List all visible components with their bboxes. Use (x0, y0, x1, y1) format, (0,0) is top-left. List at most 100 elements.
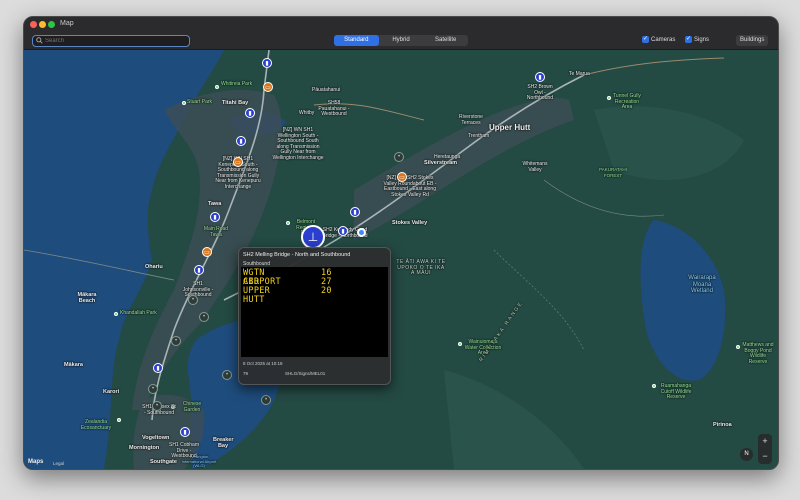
park-marker (117, 418, 121, 422)
compass-button[interactable]: N (740, 448, 753, 461)
sign-pin[interactable]: ▭ (233, 157, 243, 167)
search-field[interactable] (32, 35, 190, 47)
camera-pin-inactive[interactable]: • (152, 401, 162, 411)
place-heretaunga: Heretaunga (434, 154, 461, 160)
region-pakuratahi: PAKURATAHI FOREST (599, 167, 627, 178)
camera-pin-inactive[interactable]: • (171, 336, 181, 346)
signs-checkbox[interactable]: ✓ Signs (685, 36, 709, 45)
sign-timestamp: 8 Oct 2025 at 10:18 (243, 361, 283, 366)
camera-label: SH58 Pauatahanui - Westbound (318, 100, 350, 117)
region-te-ati-awa: TE ĀTI AWA KI TE UPOKO O TE IKA A MĀUI (396, 259, 446, 276)
sign-title: SH2 Melling Bridge - North and Southboun… (243, 252, 351, 258)
park-whitireia: Whitireia Park (221, 81, 253, 87)
camera-pin[interactable]: ▮ (535, 72, 545, 82)
vms-display: WGTN CBD 16 AIRPORT 27 UPPER HUTT 20 (241, 267, 388, 357)
sign-pin[interactable]: ▭ (263, 82, 273, 92)
park-marker (182, 101, 186, 105)
park-khandallah: Khandallah Park (120, 310, 157, 316)
map-type-satellite[interactable]: Satellite (423, 35, 468, 46)
camera-pin-inactive[interactable]: • (199, 312, 209, 322)
camera-pin[interactable]: ▮ (338, 226, 348, 236)
sign-pin[interactable]: ▭ (202, 247, 212, 257)
sign-id: 79 (243, 371, 249, 376)
checkmark-icon: ✓ (685, 36, 692, 43)
camera-pin-inactive[interactable]: • (148, 384, 158, 394)
zoom-in-button[interactable]: + (758, 434, 772, 449)
place-pirinoa: Pirinoa (713, 422, 732, 428)
vms-destination: UPPER HUTT (243, 286, 271, 305)
camera-pin-inactive[interactable]: • (261, 395, 271, 405)
place-te-marua: Te Marua (569, 71, 590, 77)
zoom-out-button[interactable]: − (758, 449, 772, 464)
title-bar: Map (24, 17, 778, 33)
camera-pin[interactable]: ▮ (180, 427, 190, 437)
zoom-control: + − (758, 434, 772, 464)
zoom-window-button[interactable] (48, 21, 55, 28)
park-ruamahanga: Ruamahanga Cutoff Wildlife Reserve (660, 383, 692, 400)
checkmark-icon: ✓ (642, 36, 649, 43)
place-whitemans-valley: Whitemans Valley (522, 161, 548, 173)
place-trentham: Trentham (468, 133, 490, 139)
park-tunnel-gully: Tunnel Gully Recreation Area (613, 93, 641, 110)
place-ohariu: Ohariu (145, 264, 163, 270)
camera-pin[interactable]: ▮ (262, 58, 272, 68)
minimize-window-button[interactable] (39, 21, 46, 28)
place-karori: Karori (103, 389, 120, 395)
camera-pin-inactive[interactable]: • (394, 152, 404, 162)
map-type-standard[interactable]: Standard (334, 35, 379, 46)
legal-link[interactable]: Legal (53, 461, 64, 466)
search-icon (36, 37, 43, 44)
place-whitby: Whitby (299, 110, 315, 116)
app-window: Map Standard Hybrid Satellite ✓Cameras ✓… (23, 16, 779, 470)
sign-popover[interactable]: SH2 Melling Bridge - North and Southboun… (238, 247, 391, 385)
place-tawa: Tawa (208, 201, 222, 207)
region-wairarapa-moana: Wairarapa Moana Wetland (688, 275, 716, 294)
camera-pin[interactable]: ▮ (245, 108, 255, 118)
place-titahi-bay: Titahi Bay (222, 100, 249, 106)
current-location-marker (357, 228, 366, 237)
camera-label: [NZ] WN SH2 Stokes Valley Roundabout EB … (383, 175, 437, 198)
camera-label: SH2 Brown Owl - Northbound (526, 84, 554, 101)
signs-label: Signs (694, 37, 710, 44)
park-marker (114, 312, 118, 316)
toolbar: Standard Hybrid Satellite ✓Cameras ✓Sign… (24, 33, 778, 50)
place-vogeltown: Vogeltown (142, 435, 170, 441)
camera-pin[interactable]: ▮ (153, 363, 163, 373)
map-view[interactable]: Upper Hutt Stokes Valley Silverstream He… (24, 50, 778, 469)
camera-label: [NZ] WN SH1 Wellington South - Southboun… (272, 127, 324, 161)
maps-logo: Maps (28, 459, 43, 465)
sign-code: SHLG/Signs/MEL01 (285, 371, 326, 376)
park-marker (736, 345, 740, 349)
park-matthews-boggy-pond: Matthews and Boggy Pond Wildlife Reserve (742, 342, 774, 365)
place-southgate: Southgate (150, 459, 177, 465)
place-pauatahanui: Pāuatahanui (312, 87, 341, 93)
place-silverstream: Silverstream (424, 160, 458, 166)
camera-pin[interactable]: ▮ (210, 212, 220, 222)
maps-logo-text: Maps (28, 459, 44, 465)
camera-label: SH1 Cobham Drive - Westbound (168, 442, 199, 459)
place-makara: Mākara (64, 362, 83, 368)
park-main-road-tawa: Main Road Tawa (203, 226, 229, 238)
close-window-button[interactable] (30, 21, 37, 28)
search-input[interactable] (45, 36, 183, 46)
sign-pin[interactable]: ▭ (397, 172, 407, 182)
map-type-hybrid[interactable]: Hybrid (379, 35, 424, 46)
camera-pin-inactive[interactable]: • (222, 370, 232, 380)
window-title: Map (60, 20, 74, 27)
selected-sign-pin[interactable]: ⊥ (301, 225, 325, 249)
camera-pin[interactable]: ▮ (194, 265, 204, 275)
vms-minutes: 20 (321, 286, 332, 296)
park-chinese-garden: Chinese Garden (182, 401, 202, 413)
park-marker (215, 85, 219, 89)
park-marker (607, 96, 611, 100)
camera-pin[interactable]: ▮ (236, 136, 246, 146)
park-stuart: Stuart Park (187, 99, 213, 105)
buildings-button[interactable]: Buildings (736, 35, 769, 46)
place-breaker-bay: Breaker Bay (213, 437, 234, 449)
place-stokes-valley: Stokes Valley (392, 220, 428, 226)
camera-pin[interactable]: ▮ (350, 207, 360, 217)
cameras-checkbox[interactable]: ✓ Cameras (642, 36, 675, 45)
park-marker (652, 384, 656, 388)
map-type-segmented-control: Standard Hybrid Satellite (334, 35, 468, 46)
camera-pin-inactive[interactable]: • (188, 295, 198, 305)
